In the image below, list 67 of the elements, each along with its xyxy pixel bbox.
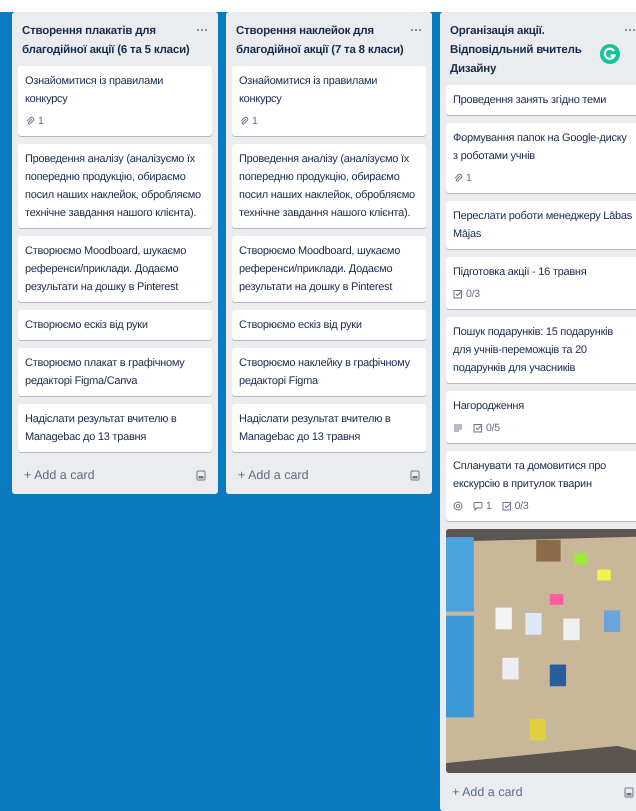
card[interactable]: Створюємо Moodboard, шукаємо референси/приклади. Додаємо результати на дошку в Pinterest <box>232 236 426 302</box>
card-title: Ознайомитися із правилами конкурсу <box>239 74 378 107</box>
more-icon[interactable] <box>624 28 636 32</box>
add-card-button[interactable]: + Add a card <box>24 466 95 484</box>
card-title: Пошук подарунків: 15 подарунків для учнів-переможців та 20 подарунків для учасників <box>453 325 614 376</box>
card-title: Створюємо плакат в графічному редакторі Figma/Canva <box>25 356 186 389</box>
list-title: Організація акції. Відповідльний вчитель Дизайну <box>450 24 583 77</box>
card-title: Проведення аналізу (аналізуємо їх попередню продукцію, обираємо посил наших наклейок, обробляємо технічне завдання нашого клієнта). <box>239 152 416 221</box>
card[interactable]: Переслати роботи менеджеру Lābas Mājas <box>446 201 636 249</box>
card[interactable]: Створюємо ескіз від руки <box>232 310 426 340</box>
list-title: Створення наклейок для благодійної акції (7 та 8 класи) <box>236 24 405 58</box>
card[interactable]: Підготовка акції - 16 травня 0/3 <box>446 257 636 309</box>
eye-icon <box>453 501 463 511</box>
card-title: Надіслати результат вчителю в Managebac до 13 травня <box>239 412 392 445</box>
card-title: Створюємо ескіз від руки <box>25 318 149 333</box>
card[interactable]: Створюємо Moodboard, шукаємо референси/приклади. Додаємо результати на дошку в Pinterest <box>18 236 212 302</box>
badge-count: 1 <box>38 114 44 129</box>
card[interactable]: Створюємо наклейку в графічному редакторі Figma <box>232 348 426 396</box>
card-title: Проведення занять згідно теми <box>453 93 608 108</box>
card-title: Створюємо ескіз від руки <box>239 318 363 333</box>
list-title: Створення плакатів для благодійної акції (6 та 5 класи) <box>22 24 191 58</box>
card[interactable]: Спланувати та домовитися про екскурсію в притулок тварин 1 0/3 <box>446 451 636 521</box>
card[interactable]: Проведення аналізу (аналізуємо їх попередню продукцію, обираємо посил наших наклейок, обробляємо технічне завдання нашого клієнта). <box>232 144 426 228</box>
card[interactable]: Пошук подарунків: 15 подарунків для учнів-переможців та 20 подарунків для учасників <box>446 317 636 383</box>
card-title: Формування папок на Google-диску з роботами учнів <box>453 131 628 164</box>
paperclip-icon <box>25 116 35 126</box>
card-title: Створюємо Moodboard, шукаємо референси/приклади. Додаємо результати на дошку в Pinterest <box>25 244 188 295</box>
card-title: Створюємо наклейку в графічному редакторі Figma <box>239 356 411 389</box>
card[interactable]: Проведення аналізу (аналізуємо їх попередню продукцію, обираємо посил наших наклейок, обробляємо технічне завдання нашого клієнта). <box>18 144 212 228</box>
card-title: Підготовка акції - 16 травня <box>453 265 588 280</box>
card-title: Створюємо Moodboard, шукаємо референси/приклади. Додаємо результати на дошку в Pinterest <box>239 244 402 295</box>
badge-count: 0/5 <box>486 421 500 436</box>
template-icon[interactable] <box>624 786 634 798</box>
card-title: Переслати роботи менеджеру Lābas Mājas <box>453 209 633 242</box>
card[interactable]: Нагородження 0/5 <box>446 391 636 443</box>
add-card-button[interactable]: + Add a card <box>238 466 309 484</box>
card[interactable]: Формування папок на Google-диску з роботами учнів 1 <box>446 123 636 193</box>
grammar-badge-icon[interactable] <box>600 44 620 64</box>
paperclip-icon <box>453 173 463 183</box>
badge-count: 0/3 <box>466 287 480 302</box>
card[interactable]: Ознайомитися із правилами конкурсу 1 <box>232 66 426 136</box>
card-title: Ознайомитися із правилами конкурсу <box>25 74 164 107</box>
checklist-icon <box>473 423 483 433</box>
paperclip-icon <box>239 116 249 126</box>
card[interactable]: Ознайомитися із правилами конкурсу 1 <box>18 66 212 136</box>
more-icon[interactable] <box>196 28 208 32</box>
card[interactable]: Створюємо ескіз від руки <box>18 310 212 340</box>
checklist-icon <box>502 501 512 511</box>
checklist-icon <box>453 289 463 299</box>
card[interactable]: Створюємо плакат в графічному редакторі Figma/Canva <box>18 348 212 396</box>
template-icon[interactable] <box>196 470 206 480</box>
badge-count: 1 <box>486 499 492 514</box>
card-title: Спланувати та домовитися про екскурсію в притулок тварин <box>453 459 608 492</box>
card[interactable]: Надіслати результат вчителю в Managebac до 13 травня <box>18 404 212 452</box>
card[interactable]: Проведення занять згідно теми <box>446 85 636 115</box>
description-icon <box>453 423 463 433</box>
badge-count: 1 <box>252 114 258 129</box>
card-title: Нагородження <box>453 399 525 414</box>
badge-count: 0/3 <box>514 499 528 514</box>
badge-count: 1 <box>466 171 472 186</box>
add-card-button[interactable]: + Add a card <box>452 783 523 801</box>
more-icon[interactable] <box>410 28 422 32</box>
card[interactable]: Надіслати результат вчителю в Managebac до 13 травня <box>232 404 426 452</box>
template-icon[interactable] <box>410 470 420 480</box>
card-title: Проведення аналізу (аналізуємо їх попередню продукцію, обираємо посил наших наклейок, обробляємо технічне завдання нашого клієнта). <box>25 152 202 221</box>
card-title: Надіслати результат вчителю в Managebac до 13 травня <box>25 412 178 445</box>
comment-icon <box>473 501 483 511</box>
